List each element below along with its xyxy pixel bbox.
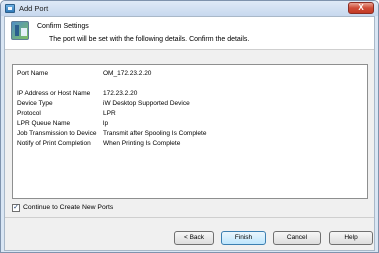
wizard-header: Confirm Settings The port will be set wi… [5, 17, 374, 50]
wizard-printer-icon [11, 21, 29, 40]
continue-checkbox[interactable]: ✓ [12, 204, 20, 212]
detail-value: OM_172.23.2.20 [103, 70, 152, 77]
detail-value: Transmit after Spooling Is Complete [103, 130, 207, 137]
detail-value: When Printing Is Complete [103, 140, 181, 147]
add-port-dialog: Add Port X Confirm Settings The port wil… [0, 0, 379, 253]
dialog-content: Confirm Settings The port will be set wi… [4, 16, 375, 251]
detail-label: Protocol [17, 110, 41, 117]
detail-label: Device Type [17, 100, 53, 107]
back-button[interactable]: < Back [174, 231, 214, 245]
title-bar[interactable]: Add Port X [1, 1, 378, 16]
button-separator [5, 217, 374, 218]
continue-checkbox-label[interactable]: Continue to Create New Ports [23, 204, 113, 211]
close-button[interactable]: X [348, 2, 374, 14]
step-description: The port will be set with the following … [49, 36, 250, 43]
detail-label: IP Address or Host Name [17, 90, 91, 97]
detail-value: 172.23.2.20 [103, 90, 138, 97]
detail-value: iW Desktop Supported Device [103, 100, 190, 107]
detail-label: LPR Queue Name [17, 120, 71, 127]
detail-value: lp [103, 120, 109, 127]
cancel-button[interactable]: Cancel [273, 231, 321, 245]
step-title: Confirm Settings [37, 23, 89, 30]
settings-summary: Port Name OM_172.23.2.20 IP Address or H… [12, 64, 368, 199]
finish-button[interactable]: Finish [221, 231, 266, 245]
printer-port-icon [5, 4, 15, 13]
detail-label: Job Transmission to Device [17, 130, 97, 137]
detail-value: LPR [103, 110, 116, 117]
window-title: Add Port [19, 4, 49, 13]
detail-label: Port Name [17, 70, 49, 77]
detail-label: Notify of Print Completion [17, 140, 91, 147]
help-button[interactable]: Help [329, 231, 373, 245]
